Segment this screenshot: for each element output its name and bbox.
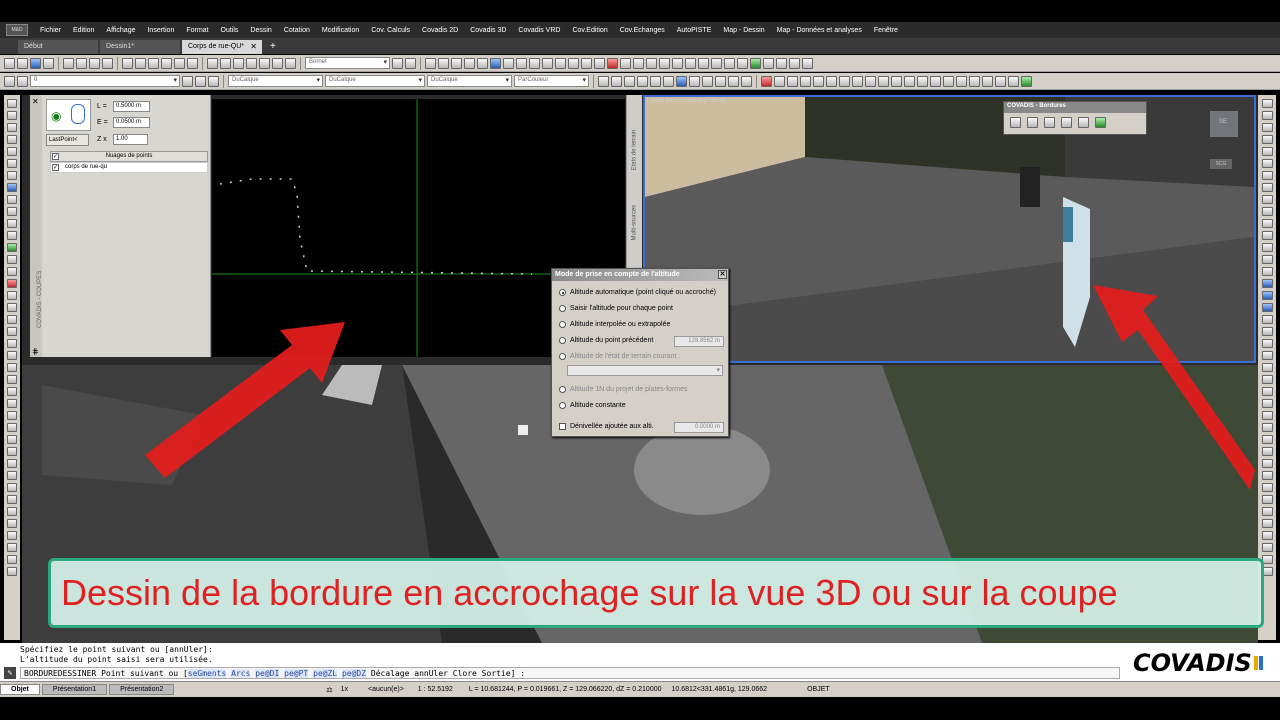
radio-label: Altitude constante — [570, 402, 626, 409]
radio-dot — [559, 337, 566, 344]
chevron-down-icon: ▾ — [716, 367, 720, 374]
radio-previous[interactable]: Altitude du point précédent — [559, 337, 653, 344]
command-rest: Décalage annUler Clore Sortie] : — [370, 669, 526, 678]
command-history-line: L'altitude du point saisi sera utilisée. — [20, 655, 213, 664]
objet-mode[interactable]: OBJET — [807, 686, 830, 693]
radio-constant[interactable]: Altitude constante — [559, 402, 626, 409]
caption-banner: Dessin de la bordure en accrochage sur l… — [48, 558, 1264, 628]
radio-dot — [559, 305, 566, 312]
checkbox-label: Dénivellée ajoutée aux alti. — [570, 423, 654, 430]
radio-label: Altitude automatique (point cliqué ou ac… — [570, 289, 716, 296]
command-history-line: Spécifiez le point suivant ou [annUler]: — [20, 645, 213, 654]
covadis-logo: COVADIS — [1131, 645, 1280, 681]
annotation-scale[interactable]: 1x — [341, 686, 348, 693]
bottom-black-band — [0, 697, 1280, 720]
wrench-icon[interactable]: ✎ — [4, 667, 16, 679]
dialog-title-text: Mode de prise en compte de l'altitude — [555, 271, 680, 278]
radio-manual[interactable]: Saisir l'altitude pour chaque point — [559, 305, 673, 312]
radio-interpolated[interactable]: Altitude interpolée ou extrapolée — [559, 321, 670, 328]
workspace-select[interactable]: <aucun(e)> — [368, 686, 404, 693]
checkbox-box — [559, 423, 566, 430]
command-option[interactable]: Arcs — [231, 669, 251, 678]
command-input[interactable]: BORDUREDESSINER Point suivant ou [seGmen… — [20, 667, 1120, 679]
command-option[interactable]: seGments — [187, 669, 227, 678]
radio-label: Saisir l'altitude pour chaque point — [570, 305, 673, 312]
polar-readout: 10.6812<331.4861g, 129.0662 — [671, 686, 768, 693]
right-red-arrow — [1093, 285, 1255, 490]
delta-field[interactable]: 0.0000 m — [674, 422, 724, 433]
close-icon[interactable]: ✕ — [718, 270, 727, 279]
dialog-title: Mode de prise en compte de l'altitude ✕ — [552, 269, 728, 281]
logo-text: COVADIS — [1133, 649, 1252, 677]
radio-terrain[interactable]: Altitude de l'état de terrain courant : — [559, 353, 680, 360]
command-option[interactable]: pe@ZL — [313, 669, 338, 678]
radio-platform[interactable]: Altitude 1N du projet de plates-formes — [559, 386, 688, 393]
command-prompt: BORDUREDESSINER Point suivant ou [ — [24, 669, 188, 678]
tab-objet[interactable]: Objet — [0, 684, 40, 695]
view-ratio[interactable]: 1 : 52.5192 — [418, 686, 453, 693]
logo-bars — [1253, 656, 1263, 670]
command-option[interactable]: pe@DZ — [341, 669, 367, 678]
radio-dot — [559, 321, 566, 328]
radio-dot — [559, 402, 566, 409]
command-option[interactable]: pe@PT — [284, 669, 309, 678]
radio-dot — [559, 353, 566, 360]
radio-label: Altitude de l'état de terrain courant : — [570, 353, 681, 360]
left-red-arrow — [145, 322, 345, 478]
tab-presentation2[interactable]: Présentation2 — [109, 684, 175, 695]
radio-auto[interactable]: Altitude automatique (point cliqué ou ac… — [559, 289, 716, 296]
delta-checkbox[interactable]: Dénivellée ajoutée aux alti. — [559, 423, 654, 430]
previous-altitude-field[interactable]: 128.8562 m — [674, 336, 724, 347]
command-line: Spécifiez le point suivant ou [annUler]:… — [0, 643, 1280, 681]
radio-label: Altitude 1N du projet de plates-formes — [570, 386, 688, 393]
command-option[interactable]: pe@DI — [255, 669, 280, 678]
radio-dot — [559, 386, 566, 393]
altitude-mode-dialog: Mode de prise en compte de l'altitude ✕ A… — [551, 268, 729, 437]
scale-icon[interactable]: ⚖ — [326, 686, 332, 694]
radio-label: Altitude interpolée ou extrapolée — [570, 321, 671, 328]
tab-presentation1[interactable]: Présentation1 — [41, 684, 108, 695]
terrain-select[interactable]: ▾ — [567, 365, 723, 376]
coordinates-readout: L = 10.681244, P = 0.019661, Z = 129.066… — [468, 686, 662, 693]
status-bar: Objet Présentation1 Présentation2 ⚖ 1x <… — [0, 681, 1280, 697]
radio-dot — [559, 289, 566, 296]
radio-label: Altitude du point précédent — [570, 337, 654, 344]
